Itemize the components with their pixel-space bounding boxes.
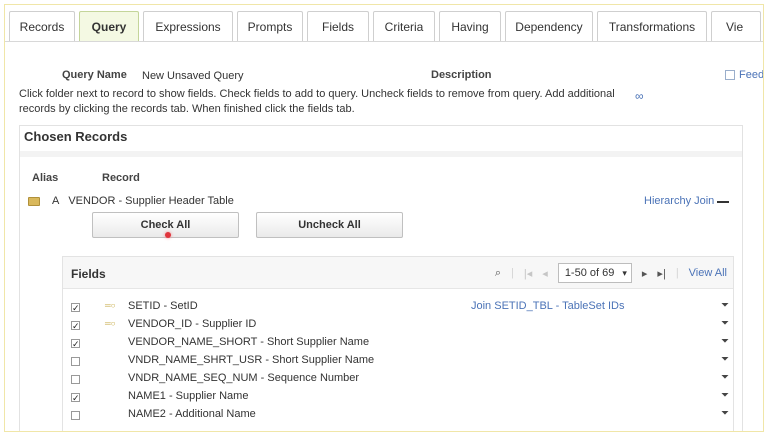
grid-pager: ⌕ | |◂ ◂ 1-50 of 69 ▾ ▸ ▸| | View All	[495, 263, 727, 283]
tab-fields[interactable]: Fields	[307, 11, 369, 41]
field-row: ✓ VENDOR_NAME_SHORT - Short Supplier Name…	[71, 335, 731, 351]
tab-expressions[interactable]: Expressions	[143, 11, 233, 41]
field-checkbox[interactable]: ✓	[71, 320, 80, 330]
field-name: VENDOR_NAME_SHORT - Short Supplier Name	[128, 336, 370, 348]
field-row: VNDR_NAME_SEQ_NUM - Sequence Number ⏷	[71, 371, 731, 387]
tab-query[interactable]: Query	[79, 11, 139, 41]
alias-column-header: Alias	[32, 172, 59, 184]
click-indicator	[165, 232, 171, 238]
key-icon: ═○	[105, 301, 116, 310]
funnel-icon[interactable]: ⏷	[721, 354, 729, 365]
funnel-icon[interactable]: ⏷	[721, 318, 729, 329]
key-icon: ═○	[105, 319, 116, 328]
tab-dependency[interactable]: Dependency	[505, 11, 593, 41]
query-name-value: New Unsaved Query	[142, 70, 244, 82]
field-checkbox[interactable]: ✓	[71, 338, 80, 348]
feedback-label: Feed	[739, 69, 764, 81]
feedback-icon	[725, 70, 735, 80]
tab-records[interactable]: Records	[9, 11, 75, 41]
record-row: A VENDOR - Supplier Header Table	[28, 195, 234, 207]
field-name: NAME2 - Additional Name	[128, 408, 256, 420]
fields-grid: Fields ⌕ | |◂ ◂ 1-50 of 69 ▾ ▸ ▸| | View…	[62, 256, 734, 431]
query-name-label: Query Name	[62, 69, 127, 81]
query-manager-frame: Records Query Expressions Prompts Fields…	[4, 4, 764, 432]
feedback-link[interactable]: Feed	[725, 69, 764, 81]
field-name: VNDR_NAME_SEQ_NUM - Sequence Number	[128, 372, 360, 384]
funnel-icon[interactable]: ⏷	[721, 408, 729, 419]
record-alias: A	[52, 195, 60, 207]
tab-view[interactable]: Vie	[711, 11, 761, 41]
page-range-value: 1-50 of 69	[564, 267, 615, 279]
field-checkbox[interactable]: ✓	[71, 392, 80, 402]
field-checkbox[interactable]	[71, 356, 80, 366]
join-link[interactable]: Join SETID_TBL - TableSet IDs	[471, 300, 624, 312]
record-column-header: Record	[102, 172, 140, 184]
funnel-icon[interactable]: ⏷	[721, 336, 729, 347]
field-checkbox[interactable]	[71, 410, 80, 420]
chosen-records-title: Chosen Records	[24, 129, 128, 144]
pager-separator: |	[511, 267, 514, 279]
chevron-down-icon: ▾	[622, 267, 627, 278]
field-name: NAME1 - Supplier Name	[128, 390, 249, 402]
last-page-icon[interactable]: ▸|	[657, 267, 665, 280]
hierarchy-join-link[interactable]: Hierarchy Join	[644, 195, 714, 207]
funnel-icon[interactable]: ⏷	[721, 372, 729, 383]
field-name: VENDOR_ID - Supplier ID	[128, 318, 257, 330]
view-all-link[interactable]: View All	[689, 267, 727, 279]
link-icon[interactable]: ∞	[635, 89, 644, 103]
field-name: VNDR_NAME_SHRT_USR - Short Supplier Name	[128, 354, 375, 366]
field-checkbox[interactable]	[71, 374, 80, 384]
field-row: ✓ ═○ VENDOR_ID - Supplier ID ⏷	[71, 317, 731, 333]
funnel-icon[interactable]: ⏷	[721, 300, 729, 311]
next-page-icon[interactable]: ▸	[642, 267, 648, 280]
field-row: VNDR_NAME_SHRT_USR - Short Supplier Name…	[71, 353, 731, 369]
fields-header: Fields ⌕ | |◂ ◂ 1-50 of 69 ▾ ▸ ▸| | View…	[63, 257, 733, 289]
tab-criteria[interactable]: Criteria	[373, 11, 435, 41]
tab-having[interactable]: Having	[439, 11, 501, 41]
remove-record-icon[interactable]	[717, 201, 729, 203]
pager-separator: |	[675, 267, 679, 279]
field-checkbox[interactable]: ✓	[71, 302, 80, 312]
field-name: SETID - SetID	[128, 300, 198, 312]
description-label: Description	[431, 69, 492, 81]
chosen-records-panel: Chosen Records Alias Record A VENDOR - S…	[19, 125, 743, 431]
tab-prompts[interactable]: Prompts	[237, 11, 303, 41]
page-range-select[interactable]: 1-50 of 69 ▾	[557, 263, 632, 283]
search-icon[interactable]: ⌕	[495, 267, 501, 280]
tab-divider	[5, 41, 763, 42]
uncheck-all-button[interactable]: Uncheck All	[256, 212, 403, 238]
field-row: ✓ ═○ SETID - SetID Join SETID_TBL - TableSe…	[71, 299, 731, 315]
field-row: ✓ NAME1 - Supplier Name ⏷	[71, 389, 731, 405]
tab-transformations[interactable]: Transformations	[597, 11, 707, 41]
instructions-text: Click folder next to record to show fiel…	[19, 88, 615, 115]
fields-title: Fields	[71, 267, 106, 281]
folder-icon[interactable]	[28, 196, 40, 206]
field-row: NAME2 - Additional Name ⏷	[71, 407, 731, 423]
panel-divider	[20, 151, 742, 157]
funnel-icon[interactable]: ⏷	[721, 390, 729, 401]
record-name: VENDOR - Supplier Header Table	[68, 195, 234, 207]
first-page-icon[interactable]: |◂	[524, 267, 532, 280]
previous-page-icon[interactable]: ◂	[542, 267, 548, 280]
tab-bar: Records Query Expressions Prompts Fields…	[9, 11, 761, 41]
